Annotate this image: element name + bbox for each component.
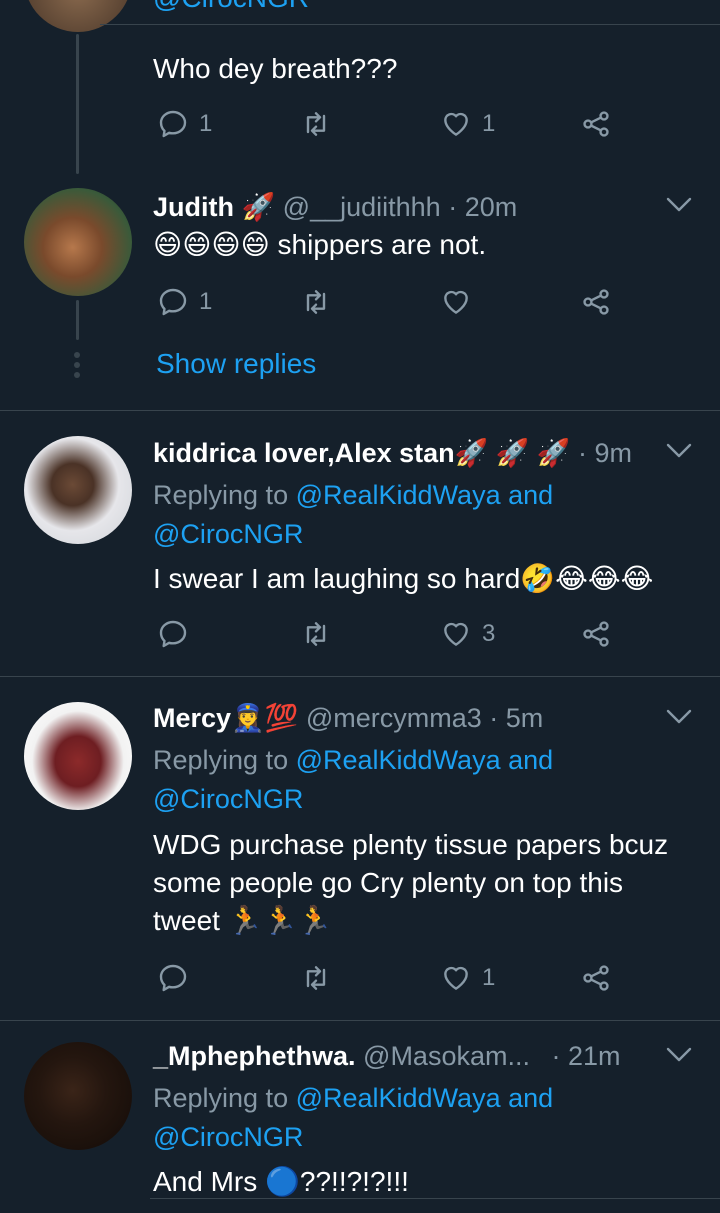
display-name[interactable]: Judith (153, 192, 234, 222)
top-divider (100, 24, 720, 25)
avatar[interactable] (24, 702, 132, 810)
divider (0, 676, 720, 677)
tweet-text: 😄😄😄😄 shippers are not. (153, 229, 487, 260)
retweet-icon (306, 622, 326, 646)
like-button[interactable]: 3 (440, 618, 495, 650)
avatar[interactable] (24, 1042, 132, 1150)
display-name[interactable]: kiddrica lover,Alex stan (153, 438, 455, 468)
replying-to: Replying to @RealKiddWaya and @CirocNGR (153, 1083, 554, 1152)
display-name[interactable]: Mercy (153, 703, 231, 733)
like-count: 1 (482, 110, 496, 137)
chevron-down-icon[interactable] (666, 708, 692, 726)
tweet-text: WDG purchase plenty tissue papers bcuz s… (153, 829, 669, 936)
mention-link[interactable]: @CirocNGR (153, 1122, 303, 1152)
divider (0, 1020, 720, 1021)
reply-button[interactable] (157, 962, 189, 994)
reply-icon (159, 964, 187, 992)
retweet-icon (306, 966, 326, 990)
reply-count: 1 (199, 288, 213, 315)
tweet-header: Mercy👮‍♀️💯 @mercymma3 · 5m (153, 701, 543, 735)
retweet-button[interactable] (300, 286, 332, 318)
text-emoji: 😄😄😄😄 (153, 229, 270, 260)
share-button[interactable] (580, 286, 612, 318)
tweet-text: Who dey breath??? (153, 53, 398, 84)
retweet-button[interactable] (300, 618, 332, 650)
display-name[interactable]: _Mphephethwa. (153, 1041, 356, 1071)
share-icon (583, 621, 609, 647)
reply-button[interactable] (157, 618, 189, 650)
share-button[interactable] (580, 962, 612, 994)
divider (0, 410, 720, 411)
like-count: 3 (482, 620, 496, 647)
tweet-header: Judith 🚀 @__judiithhh · 20m (153, 190, 517, 224)
timestamp[interactable]: · 21m (552, 1041, 621, 1071)
share-button[interactable] (580, 618, 612, 650)
text-emoji: 🏃🏃🏃 (227, 905, 333, 936)
tweet-header: kiddrica lover,Alex stan🚀 🚀 🚀 · 9m (153, 436, 632, 470)
replying-to: Replying to @RealKiddWaya and @CirocNGR (153, 480, 554, 549)
tweet-header: _Mphephethwa. @Masokam... · 21m (153, 1039, 621, 1073)
tweet-text: I swear I am laughing so hard🤣😂😂😂 (153, 563, 654, 594)
like-icon (444, 622, 468, 646)
mention-link[interactable]: @RealKiddWaya (296, 745, 501, 775)
reply-icon (159, 620, 187, 648)
like-icon (444, 112, 468, 136)
reply-count: 1 (199, 110, 213, 137)
chevron-down-icon[interactable] (666, 1046, 692, 1064)
more-replies-dots (73, 352, 81, 382)
chevron-down-icon[interactable] (666, 196, 692, 214)
handle[interactable]: @__judiithhh (283, 192, 441, 222)
share-icon (583, 111, 609, 137)
mention-link[interactable]: @CirocNGR (153, 784, 303, 814)
timestamp[interactable]: · 20m (448, 192, 517, 222)
retweet-icon (306, 112, 326, 136)
mention-link[interactable]: @RealKiddWaya (296, 1083, 501, 1113)
retweet-icon (306, 290, 326, 314)
avatar[interactable] (24, 0, 132, 32)
text-emoji: 🔵 (265, 1166, 300, 1197)
like-button[interactable]: 1 (440, 108, 495, 140)
avatar[interactable] (24, 188, 132, 296)
bottom-divider (150, 1198, 720, 1199)
timestamp[interactable]: · 9m (578, 438, 632, 468)
mention-link[interactable]: @CirocNGR (153, 519, 303, 549)
replying-to: Replying to @RealKiddWaya and @CirocNGR (153, 745, 554, 814)
share-button[interactable] (580, 108, 612, 140)
name-emoji: 👮‍♀️💯 (231, 703, 299, 733)
text-emoji: 🤣😂😂😂 (520, 563, 654, 594)
like-button[interactable]: 1 (440, 962, 495, 994)
avatar[interactable] (24, 436, 132, 544)
tweet-text: And Mrs 🔵??!!?!?!!! (153, 1166, 409, 1197)
share-icon (583, 289, 609, 315)
timestamp[interactable]: · 5m (489, 703, 543, 733)
thread-line (76, 300, 79, 340)
handle[interactable]: @mercymma3 (306, 703, 482, 733)
reply-button[interactable]: 1 (157, 286, 212, 318)
reply-icon (159, 288, 187, 316)
chevron-down-icon[interactable] (666, 442, 692, 460)
like-icon (444, 290, 468, 314)
reply-icon (159, 110, 187, 138)
thread-line (76, 34, 79, 174)
name-emoji: 🚀 🚀 🚀 (454, 438, 571, 468)
name-emoji: 🚀 (241, 192, 276, 222)
mention-link[interactable]: @RealKiddWaya (296, 480, 501, 510)
like-icon (444, 966, 468, 990)
retweet-button[interactable] (300, 108, 332, 140)
show-replies-link[interactable]: Show replies (156, 348, 316, 380)
like-count: 1 (482, 964, 496, 991)
retweet-button[interactable] (300, 962, 332, 994)
share-icon (583, 965, 609, 991)
reply-button[interactable]: 1 (157, 108, 212, 140)
like-button[interactable] (440, 286, 472, 318)
handle[interactable]: @Masokam... (363, 1041, 530, 1071)
